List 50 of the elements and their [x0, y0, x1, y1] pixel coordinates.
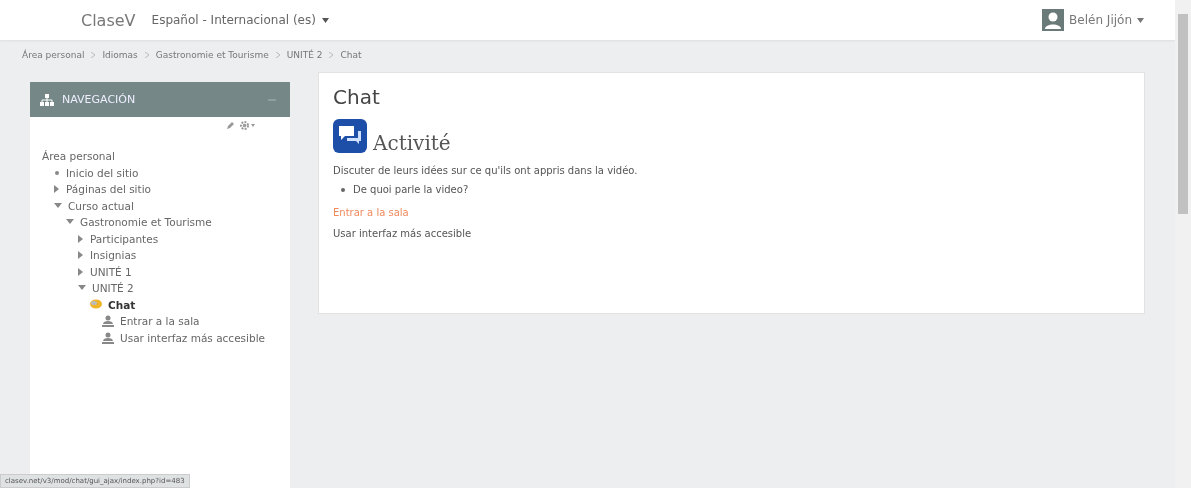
breadcrumb-link[interactable]: Gastronomie et Tourisme — [155, 50, 269, 60]
tree-item[interactable]: Páginas del sitio — [66, 183, 151, 196]
chevron-icon — [274, 52, 281, 58]
activity-title: Activité — [373, 131, 451, 155]
tree-item[interactable]: UNITÉ 1 — [90, 265, 132, 278]
breadcrumb-link[interactable]: UNITÉ 2 — [286, 50, 323, 60]
scrollbar[interactable] — [1175, 0, 1191, 488]
language-menu[interactable]: Español - Internacional (es) — [151, 13, 329, 27]
bullet-icon — [54, 169, 60, 176]
tree-item[interactable]: Inicio del sitio — [66, 166, 139, 179]
block-title: NAVEGACIÓN — [62, 93, 136, 106]
site-brand-link[interactable]: ClaseV — [81, 10, 136, 30]
sitemap-icon — [40, 93, 54, 106]
tree-item[interactable]: Área personal — [42, 150, 115, 163]
bullet-text: De quoi parle la video? — [353, 184, 469, 195]
tree-item[interactable]: Gastronomie et Tourisme — [80, 216, 212, 229]
chevron-icon — [143, 52, 150, 58]
people-icon — [102, 331, 114, 344]
collapsed-arrow-icon[interactable] — [78, 234, 84, 243]
tree-item[interactable]: Participantes — [90, 232, 159, 245]
breadcrumb-link[interactable]: Chat — [340, 50, 362, 60]
edit-icon[interactable] — [226, 121, 234, 130]
chat-icon — [333, 119, 367, 153]
breadcrumb-link[interactable]: Área personal — [22, 50, 85, 60]
tree-item[interactable]: Entrar a la sala — [120, 315, 200, 328]
tree-item[interactable]: Usar interfaz más accesible — [120, 331, 266, 344]
settings-icon[interactable] — [240, 121, 256, 130]
caret-icon[interactable] — [321, 17, 329, 23]
tree-item[interactable]: Chat — [108, 298, 136, 311]
avatar-icon — [1042, 9, 1065, 31]
collapsed-arrow-icon[interactable] — [78, 267, 84, 276]
expanded-arrow-icon[interactable] — [78, 285, 86, 292]
people-icon — [102, 315, 114, 328]
breadcrumb-link[interactable]: Idiomas — [102, 50, 138, 60]
bullet-icon — [341, 187, 345, 192]
tree-item[interactable]: Curso actual — [68, 199, 134, 212]
tree-item[interactable]: Insignias — [90, 249, 137, 262]
accessible-interface-text: Usar interfaz más accesible — [333, 228, 473, 239]
chat-bubble-icon — [90, 299, 102, 311]
tree-item[interactable]: UNITÉ 2 — [92, 282, 134, 295]
collapsed-arrow-icon[interactable] — [54, 185, 60, 194]
chevron-icon — [90, 52, 97, 58]
expanded-arrow-icon[interactable] — [54, 202, 62, 209]
page-title: Chat — [333, 85, 381, 109]
user-menu[interactable]: Belén Jijón — [1042, 9, 1144, 31]
caret-icon[interactable] — [1137, 17, 1144, 23]
description-text: Discuter de leurs idées sur ce qu'ils ont appris dans la vidéo. — [333, 165, 639, 176]
expanded-arrow-icon[interactable] — [66, 219, 74, 226]
chevron-icon — [328, 52, 335, 58]
collapsed-arrow-icon[interactable] — [78, 251, 84, 260]
